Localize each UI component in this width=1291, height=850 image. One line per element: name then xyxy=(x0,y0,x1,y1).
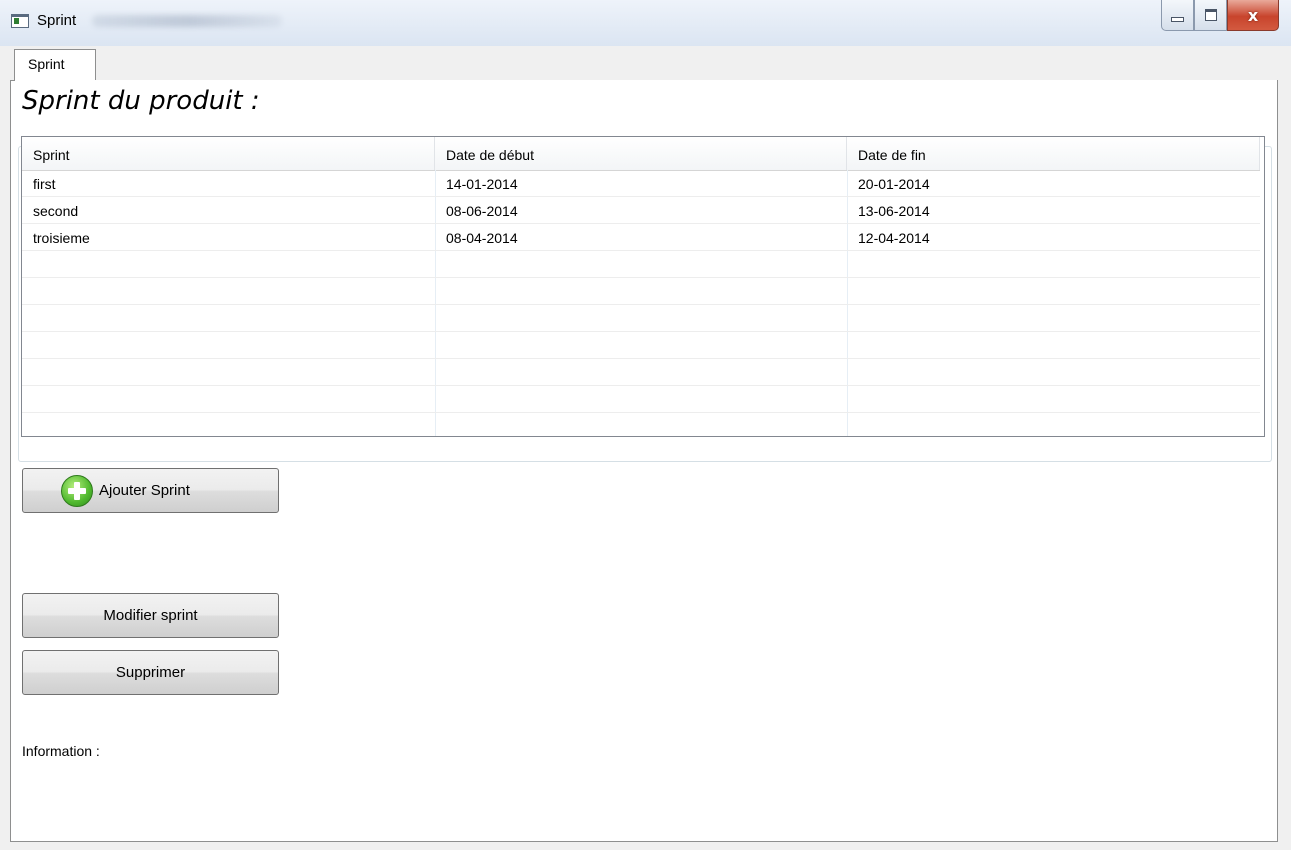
maximize-icon xyxy=(1204,9,1217,21)
column-header-sprint[interactable]: Sprint xyxy=(22,137,435,170)
cell-sprint-name: first xyxy=(33,176,56,192)
table-row[interactable]: first 14-01-2014 20-01-2014 xyxy=(22,170,1260,197)
add-sprint-button[interactable]: Ajouter Sprint xyxy=(22,468,279,513)
tab-content-corner xyxy=(10,80,15,81)
page-title: Sprint du produit : xyxy=(22,86,260,116)
add-sprint-label: Ajouter Sprint xyxy=(99,482,190,499)
tab-sprint[interactable]: Sprint xyxy=(14,49,96,80)
empty-table-row xyxy=(22,386,1260,413)
cell-end-date: 20-01-2014 xyxy=(858,176,930,192)
delete-sprint-button[interactable]: Supprimer xyxy=(22,650,279,695)
table-body: first 14-01-2014 20-01-2014 second 08-06… xyxy=(22,170,1260,436)
sprint-table[interactable]: Sprint Date de début Date de fin first 1… xyxy=(21,136,1265,437)
maximize-button[interactable] xyxy=(1194,0,1227,31)
cell-end-date: 12-04-2014 xyxy=(858,230,930,246)
empty-table-row xyxy=(22,359,1260,386)
title-bar[interactable]: Sprint x xyxy=(0,0,1291,46)
application-window: Sprint x Sprint Sprint du produit : Spri… xyxy=(0,0,1291,850)
table-row[interactable]: second 08-06-2014 13-06-2014 xyxy=(22,197,1260,224)
column-header-start-date[interactable]: Date de début xyxy=(435,137,847,170)
cell-sprint-name: second xyxy=(33,203,79,219)
minimize-icon xyxy=(1171,17,1184,22)
plus-circle-icon xyxy=(61,474,93,507)
cell-start-date: 08-06-2014 xyxy=(446,203,518,219)
minimize-button[interactable] xyxy=(1161,0,1194,31)
table-header: Sprint Date de début Date de fin xyxy=(22,137,1260,171)
blurred-title-text xyxy=(92,15,282,27)
close-button[interactable]: x xyxy=(1227,0,1279,31)
empty-table-row xyxy=(22,413,1260,436)
empty-table-row xyxy=(22,278,1260,305)
column-header-end-date[interactable]: Date de fin xyxy=(847,137,1260,170)
window-title: Sprint xyxy=(37,12,77,29)
empty-table-row xyxy=(22,332,1260,359)
information-label: Information : xyxy=(22,743,100,759)
cell-start-date: 14-01-2014 xyxy=(446,176,518,192)
empty-table-row xyxy=(22,305,1260,332)
table-row[interactable]: troisieme 08-04-2014 12-04-2014 xyxy=(22,224,1260,251)
window-app-icon[interactable] xyxy=(11,14,29,28)
cell-sprint-name: troisieme xyxy=(33,230,90,246)
cell-end-date: 13-06-2014 xyxy=(858,203,930,219)
modify-sprint-button[interactable]: Modifier sprint xyxy=(22,593,279,638)
window-controls: x xyxy=(1161,0,1279,32)
close-icon: x xyxy=(1247,5,1259,25)
empty-table-row xyxy=(22,251,1260,278)
cell-start-date: 08-04-2014 xyxy=(446,230,518,246)
